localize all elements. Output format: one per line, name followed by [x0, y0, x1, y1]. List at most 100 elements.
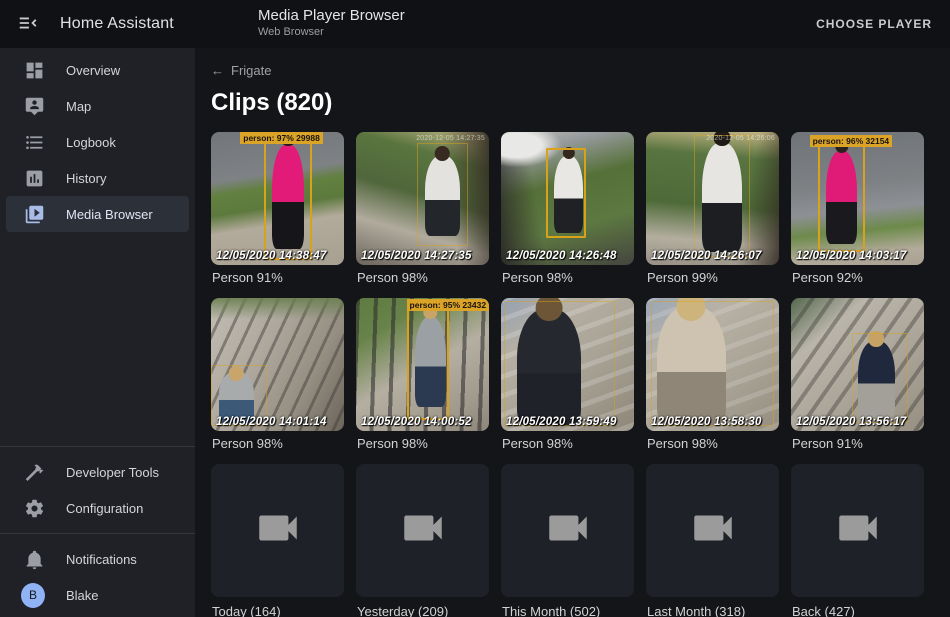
clip-card[interactable]: 12/05/2020 13:56:17 Person 91% [791, 298, 924, 453]
sidebar-item-overview[interactable]: Overview [6, 52, 189, 88]
sidebar-item-map[interactable]: Map [6, 88, 189, 124]
clip-timestamp: 12/05/2020 14:26:48 [506, 250, 617, 262]
app-title: Home Assistant [60, 15, 174, 33]
clip-thumbnail[interactable]: 12/05/2020 13:58:30 [646, 298, 779, 431]
clip-timestamp: 12/05/2020 14:27:35 [361, 250, 472, 262]
gear-icon [23, 497, 45, 519]
media-header: Media Player Browser Web Browser [258, 7, 405, 40]
clip-thumbnail[interactable]: 12/05/2020 14:26:48 [501, 132, 634, 265]
clip-thumbnail[interactable]: 2020-12-05 14:27:35 12/05/2020 14:27:35 [356, 132, 489, 265]
menu-collapse-icon [17, 12, 39, 37]
sidebar-divider [0, 533, 195, 534]
clip-card[interactable]: person: 95% 23432 12/05/2020 14:00:52 Pe… [356, 298, 489, 453]
clip-label: Person 98% [502, 436, 634, 451]
breadcrumb-back[interactable]: ← Frigate [211, 63, 271, 78]
breadcrumb-label: Frigate [231, 63, 271, 78]
video-camera-icon [688, 503, 738, 558]
folders-grid: Today (164) Yesterday (209) This Month (… [211, 464, 924, 617]
format-list-bulleted-icon [23, 131, 45, 153]
folder-card-last-month-318[interactable]: Last Month (318) [646, 464, 779, 617]
video-camera-icon [833, 503, 883, 558]
sidebar-item-media-browser[interactable]: Media Browser [6, 196, 189, 232]
sidebar: Overview Map Logbook History Media Brows… [0, 48, 195, 617]
folder-tile[interactable] [646, 464, 779, 597]
clip-thumbnail[interactable]: 12/05/2020 13:56:17 [791, 298, 924, 431]
media-browser-content: ← Frigate Clips (820) person: 97% 29988 … [195, 48, 950, 617]
sidebar-footer-group: Notifications B Blake [0, 541, 195, 613]
clip-label: Person 98% [357, 270, 489, 285]
clip-card[interactable]: person: 96% 32154 12/05/2020 14:03:17 Pe… [791, 132, 924, 287]
sidebar-divider [0, 446, 195, 447]
clip-thumbnail[interactable]: person: 95% 23432 12/05/2020 14:00:52 [356, 298, 489, 431]
clip-label: Person 98% [212, 436, 344, 451]
clip-thumbnail[interactable]: 2020-12-05 14:26:06 12/05/2020 14:26:07 [646, 132, 779, 265]
sidebar-dev-group: Developer Tools Configuration [0, 454, 195, 526]
folder-card-today-164[interactable]: Today (164) [211, 464, 344, 617]
folder-tile[interactable] [211, 464, 344, 597]
video-camera-icon [253, 503, 303, 558]
folder-tile[interactable] [356, 464, 489, 597]
detection-bbox [546, 148, 586, 238]
clip-timestamp: 12/05/2020 13:56:17 [796, 416, 907, 428]
clip-timestamp: 12/05/2020 14:38:47 [216, 250, 327, 262]
clip-card[interactable]: 12/05/2020 13:59:49 Person 98% [501, 298, 634, 453]
folder-card-this-month-502[interactable]: This Month (502) [501, 464, 634, 617]
media-header-subtitle: Web Browser [258, 26, 405, 40]
clip-label: Person 91% [792, 436, 924, 451]
back-arrow-icon: ← [211, 63, 224, 78]
page-title: Clips (820) [211, 89, 924, 117]
detection-chip-label: person: 96% 32154 [810, 135, 893, 147]
camera-osd-timestamp: 2020-12-05 14:27:35 [416, 135, 485, 142]
media-header-title: Media Player Browser [258, 7, 405, 26]
detection-bbox [818, 145, 866, 251]
clip-thumbnail[interactable]: person: 97% 29988 12/05/2020 14:38:47 [211, 132, 344, 265]
choose-player-button[interactable]: CHOOSE PLAYER [816, 17, 932, 31]
folder-tile[interactable] [791, 464, 924, 597]
sidebar-item-logbook[interactable]: Logbook [6, 124, 189, 160]
sidebar-item-notifications[interactable]: Notifications [6, 541, 189, 577]
hammer-icon [23, 461, 45, 483]
camera-osd-timestamp: 2020-12-05 14:26:06 [706, 135, 775, 142]
clip-card[interactable]: 2020-12-05 14:27:35 12/05/2020 14:27:35 … [356, 132, 489, 287]
folder-label: Last Month (318) [647, 604, 779, 617]
clip-timestamp: 12/05/2020 13:58:30 [651, 416, 762, 428]
detection-chip-label: person: 97% 29988 [240, 132, 323, 144]
clip-thumbnail[interactable]: person: 96% 32154 12/05/2020 14:03:17 [791, 132, 924, 265]
chart-box-icon [23, 167, 45, 189]
sidebar-toggle-button[interactable] [6, 2, 50, 46]
bell-icon [23, 548, 45, 570]
clip-timestamp: 12/05/2020 14:26:07 [651, 250, 762, 262]
app-toolbar: Home Assistant Media Player Browser Web … [0, 0, 950, 48]
video-camera-icon [543, 503, 593, 558]
clip-label: Person 99% [647, 270, 779, 285]
sidebar-item-history[interactable]: History [6, 160, 189, 196]
folder-card-back-427[interactable]: Back (427) [791, 464, 924, 617]
sidebar-item-blake[interactable]: B Blake [6, 577, 189, 613]
detection-bbox [504, 301, 616, 426]
folder-label: Back (427) [792, 604, 924, 617]
sidebar-item-configuration[interactable]: Configuration [6, 490, 189, 526]
avatar-icon: B [23, 584, 45, 606]
sidebar-main-group: Overview Map Logbook History Media Brows… [0, 52, 195, 232]
folder-tile[interactable] [501, 464, 634, 597]
clip-thumbnail[interactable]: 12/05/2020 14:01:14 [211, 298, 344, 431]
sidebar-spacer [0, 232, 195, 439]
video-camera-icon [398, 503, 448, 558]
folder-label: Yesterday (209) [357, 604, 489, 617]
sidebar-item-developer-tools[interactable]: Developer Tools [6, 454, 189, 490]
detection-bbox [651, 301, 773, 426]
avatar: B [21, 583, 45, 608]
clip-thumbnail[interactable]: 12/05/2020 13:59:49 [501, 298, 634, 431]
play-box-multiple-icon [23, 203, 45, 225]
folder-label: Today (164) [212, 604, 344, 617]
clip-card[interactable]: 12/05/2020 13:58:30 Person 98% [646, 298, 779, 453]
clip-label: Person 91% [212, 270, 344, 285]
clip-card[interactable]: person: 97% 29988 12/05/2020 14:38:47 Pe… [211, 132, 344, 287]
clip-timestamp: 12/05/2020 13:59:49 [506, 416, 617, 428]
detection-bbox [407, 306, 450, 420]
clip-card[interactable]: 12/05/2020 14:26:48 Person 98% [501, 132, 634, 287]
clip-label: Person 92% [792, 270, 924, 285]
folder-card-yesterday-209[interactable]: Yesterday (209) [356, 464, 489, 617]
clip-card[interactable]: 12/05/2020 14:01:14 Person 98% [211, 298, 344, 453]
clip-card[interactable]: 2020-12-05 14:26:06 12/05/2020 14:26:07 … [646, 132, 779, 287]
